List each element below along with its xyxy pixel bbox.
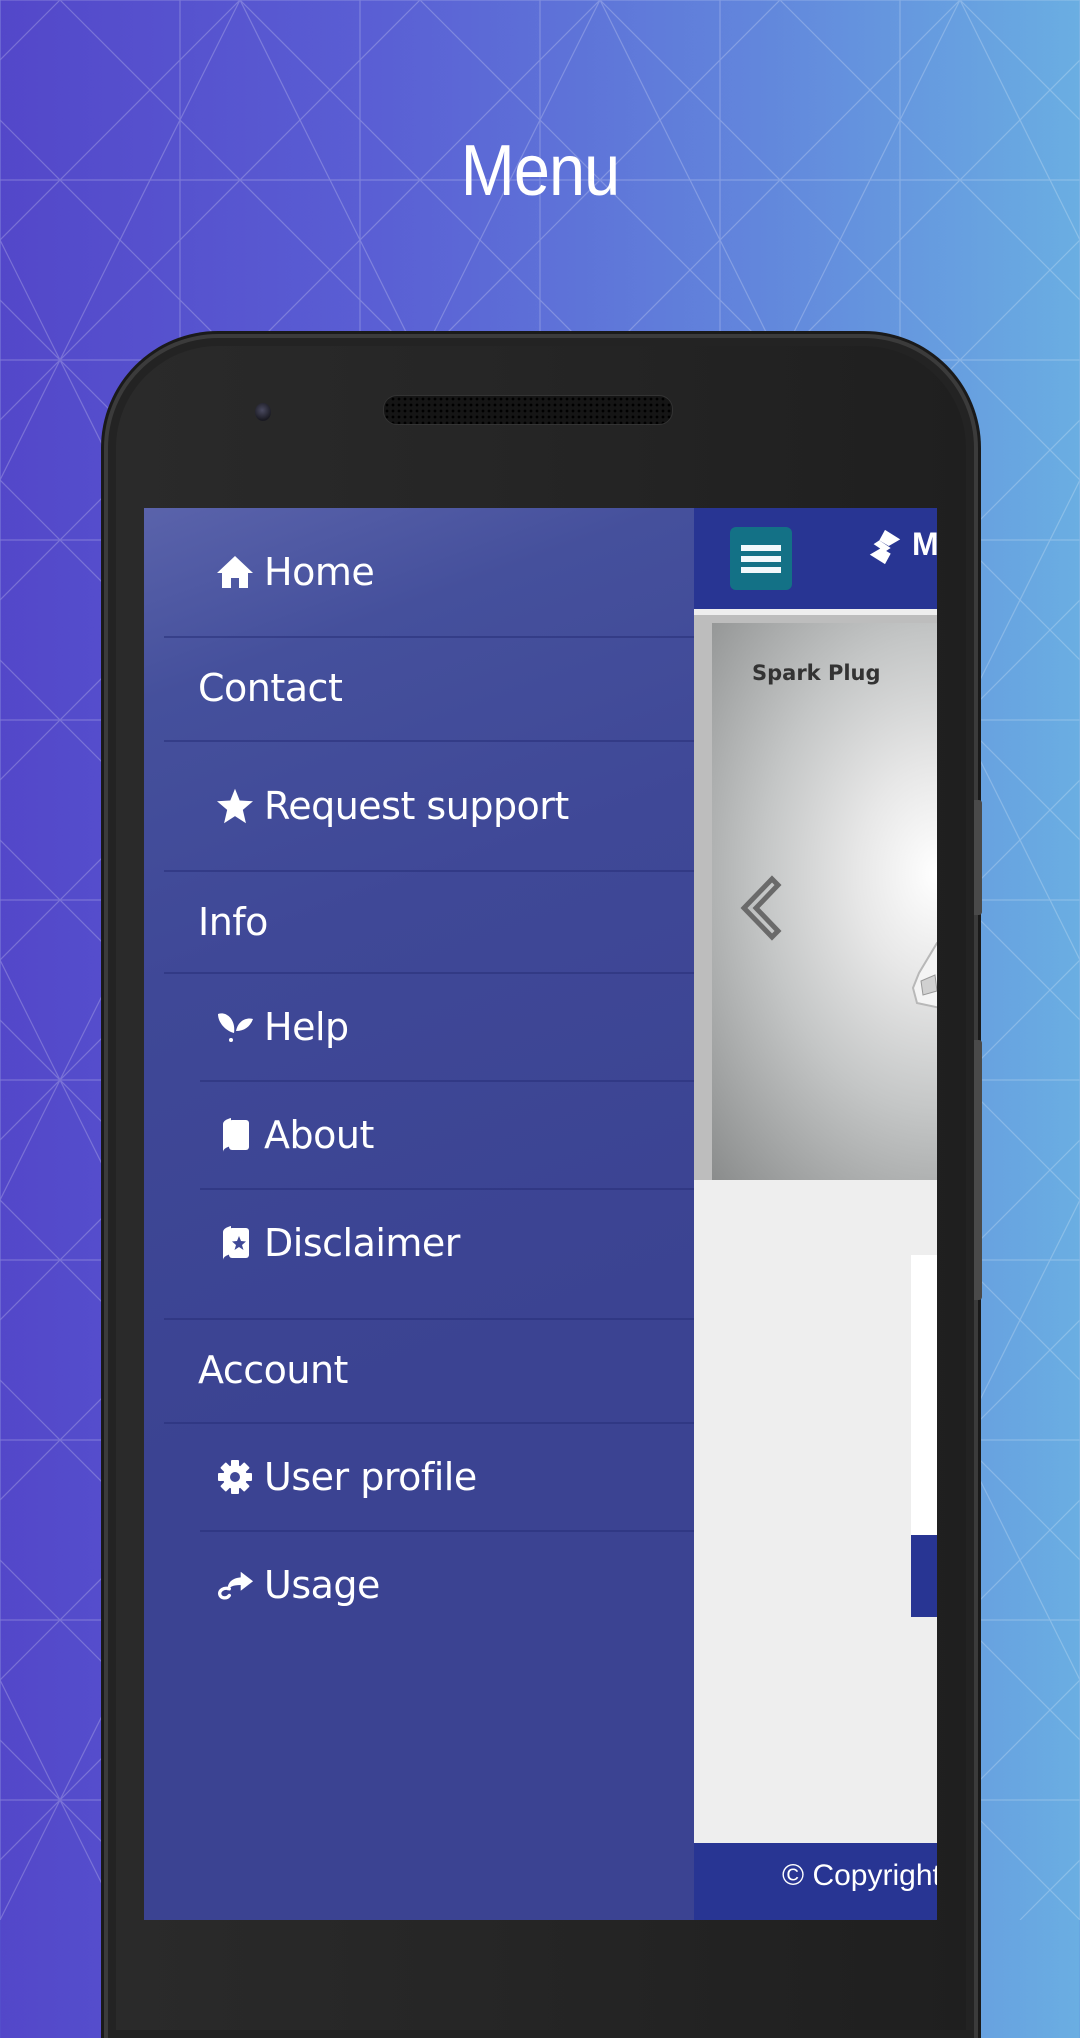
menu-item-disclaimer[interactable]: Disclaimer — [144, 1190, 694, 1296]
menu-item-label: Usage — [264, 1563, 380, 1607]
carousel-prev-icon[interactable] — [732, 873, 782, 943]
product-carousel: Spark Plug — [694, 615, 937, 1180]
menu-item-help[interactable]: Help — [144, 974, 694, 1080]
menu-item-home[interactable]: Home — [144, 508, 694, 636]
menu-item-about[interactable]: About — [144, 1082, 694, 1188]
menu-item-label: Help — [264, 1005, 349, 1049]
earpiece-speaker — [383, 395, 673, 425]
navigation-drawer: Home Contact Request support Info Help A… — [144, 508, 694, 1920]
card-action-bar[interactable] — [911, 1535, 937, 1617]
sprout-icon — [216, 1008, 254, 1046]
book-star-icon — [216, 1224, 254, 1262]
menu-section-info: Info — [144, 872, 694, 972]
app-header: M — [694, 508, 937, 609]
content-card — [911, 1255, 937, 1535]
menu-item-label: Home — [264, 550, 375, 594]
slide-title: Spark Plug — [752, 661, 881, 685]
power-button — [974, 800, 982, 915]
menu-section-label: Info — [198, 900, 268, 944]
menu-item-label: Disclaimer — [264, 1221, 460, 1265]
menu-section-label: Account — [198, 1348, 348, 1392]
menu-item-label: User profile — [264, 1455, 477, 1499]
menu-item-usage[interactable]: Usage — [144, 1532, 694, 1638]
menu-item-label: About — [264, 1113, 374, 1157]
brand-name: M — [912, 526, 937, 562]
home-icon — [216, 553, 254, 591]
brand-logo-icon — [869, 529, 901, 565]
book-icon — [216, 1116, 254, 1154]
front-camera — [255, 403, 271, 421]
menu-item-label: Request support — [264, 784, 569, 828]
hamburger-icon-bar — [741, 566, 781, 573]
share-icon — [216, 1566, 254, 1604]
carousel-slide[interactable]: Spark Plug — [712, 623, 937, 1180]
menu-item-user-profile[interactable]: User profile — [144, 1424, 694, 1530]
gear-icon — [216, 1458, 254, 1496]
phone-screen: M Spark Plug © Copyright Home Contact Re… — [144, 508, 937, 1920]
menu-section-contact: Contact — [144, 638, 694, 738]
hamburger-icon-bar — [741, 544, 781, 551]
hamburger-icon-bar — [741, 555, 781, 562]
menu-item-request-support[interactable]: Request support — [144, 742, 694, 870]
app-footer: © Copyright — [694, 1843, 937, 1920]
menu-toggle-button[interactable] — [730, 527, 792, 590]
spark-plug-image — [911, 941, 937, 1009]
volume-button — [974, 1040, 982, 1300]
menu-section-account: Account — [144, 1320, 694, 1420]
promo-title: Menu — [460, 131, 620, 211]
menu-section-label: Contact — [198, 666, 343, 710]
star-icon — [216, 787, 254, 825]
